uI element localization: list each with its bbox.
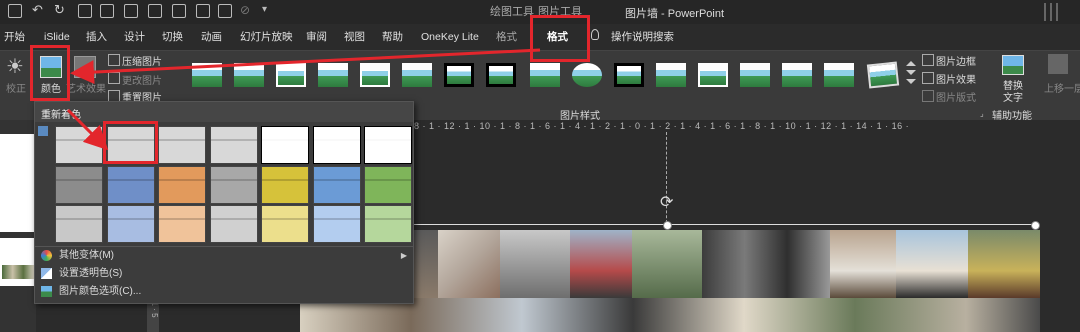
arrow-format-to-color (70, 48, 541, 85)
annotation-arrows (66, 48, 541, 151)
arrow-color-to-swatch (66, 108, 109, 151)
